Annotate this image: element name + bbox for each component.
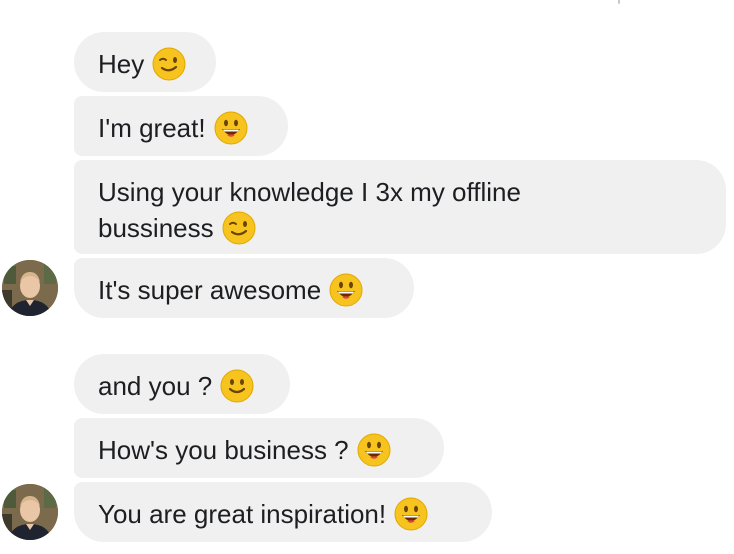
message-bubble[interactable]: Hey (74, 32, 216, 92)
grinning-face-icon (394, 497, 428, 531)
winking-face-icon (222, 211, 256, 245)
message-text: It's super awesome (98, 275, 322, 306)
message-bubble[interactable]: and you ? (74, 354, 290, 414)
message-text: Hey (98, 49, 145, 80)
message-text: Using your knowledge I 3x my offline bus… (98, 177, 521, 244)
winking-face-icon (152, 47, 186, 81)
slightly-smiling-face-icon (220, 369, 254, 403)
scroll-edge-mark (618, 0, 620, 4)
grinning-face-icon (214, 111, 248, 145)
message-bubble[interactable]: It's super awesome (74, 258, 414, 318)
grinning-face-icon (329, 273, 363, 307)
message-bubble[interactable]: You are great inspiration! (74, 482, 492, 542)
message-bubble[interactable]: Using your knowledge I 3x my offline bus… (74, 160, 726, 254)
avatar[interactable] (2, 260, 58, 316)
message-text: and you ? (98, 371, 213, 402)
message-bubble[interactable]: How's you business ? (74, 418, 444, 478)
avatar[interactable] (2, 484, 58, 540)
grinning-face-icon (357, 433, 391, 467)
message-bubble[interactable]: I'm great! (74, 96, 288, 156)
message-text: I'm great! (98, 113, 206, 144)
message-text: You are great inspiration! (98, 499, 387, 530)
message-text: How's you business ? (98, 435, 349, 466)
